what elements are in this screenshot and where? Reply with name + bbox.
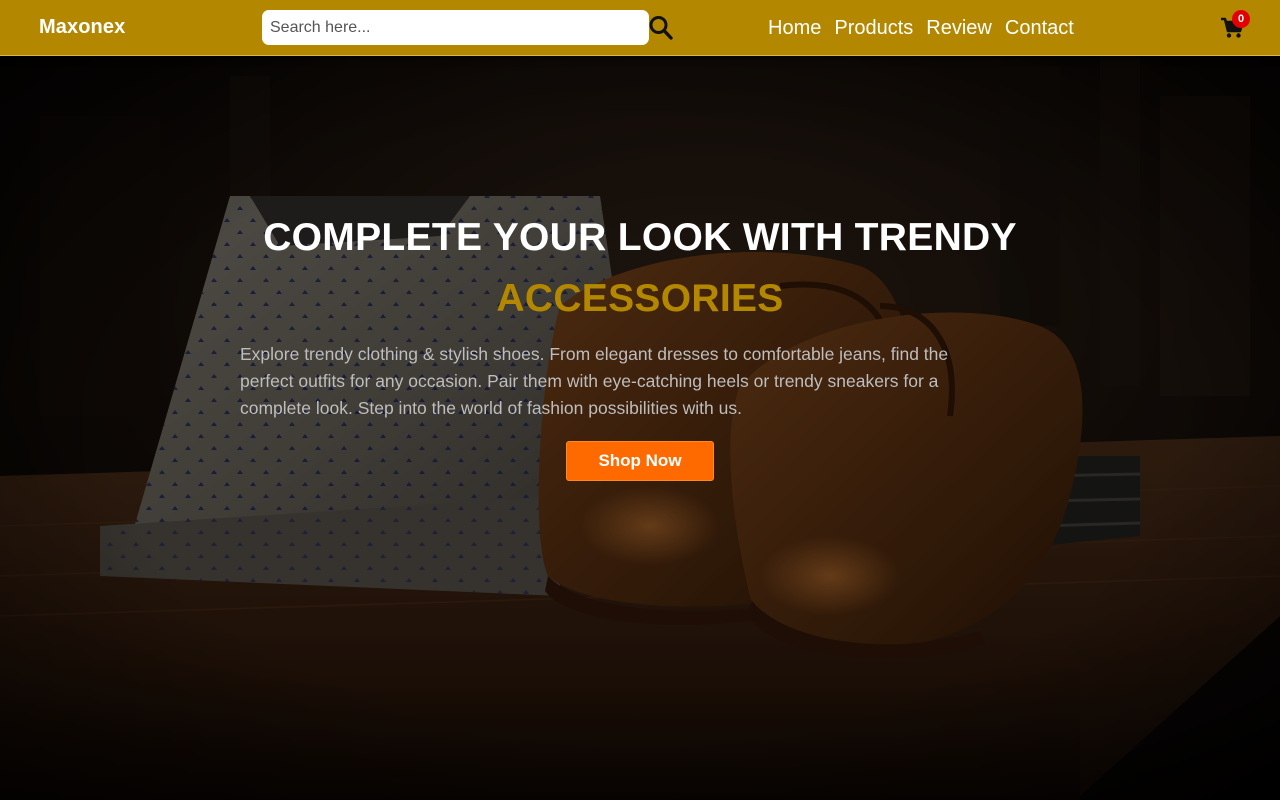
main-nav: Home Products Review Contact xyxy=(768,16,1074,40)
hero-title: COMPLETE YOUR LOOK WITH TRENDY xyxy=(263,216,1017,259)
brand-logo[interactable]: Maxonex xyxy=(39,16,125,39)
search-icon[interactable] xyxy=(648,14,674,42)
cart-count-badge: 0 xyxy=(1232,10,1250,28)
navbar: Maxonex Home Products Review Contact 0 xyxy=(0,0,1280,56)
nav-contact[interactable]: Contact xyxy=(1005,16,1074,40)
hero-accent-title: ACCESSORIES xyxy=(496,277,784,320)
nav-home[interactable]: Home xyxy=(768,16,821,40)
hero-section: COMPLETE YOUR LOOK WITH TRENDY ACCESSORI… xyxy=(0,56,1280,800)
nav-products[interactable]: Products xyxy=(834,16,913,40)
search-input[interactable] xyxy=(262,10,649,45)
shop-now-button[interactable]: Shop Now xyxy=(566,441,714,481)
nav-review[interactable]: Review xyxy=(926,16,992,40)
hero-description: Explore trendy clothing & stylish shoes.… xyxy=(240,344,949,418)
hero-overlay xyxy=(0,56,1280,800)
